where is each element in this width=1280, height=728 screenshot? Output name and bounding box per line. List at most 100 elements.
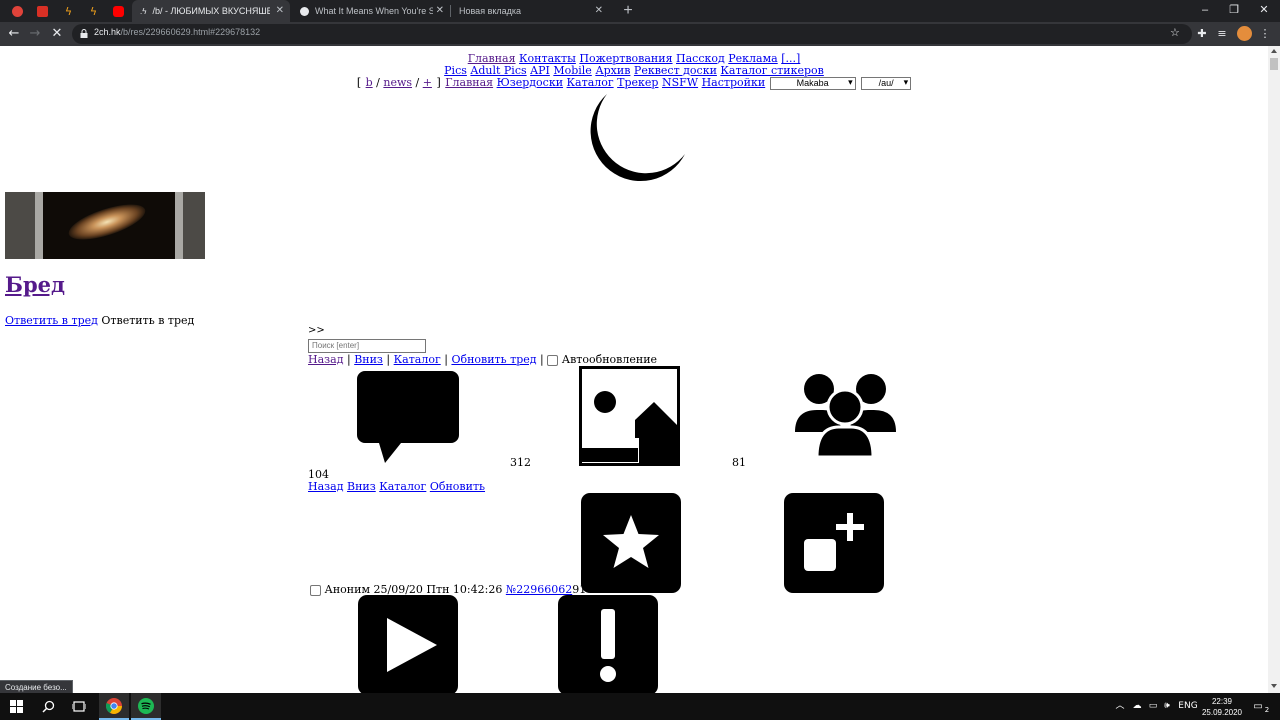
volume-icon[interactable]: 🕪 (1160, 693, 1174, 720)
pinned-tab-2[interactable] (30, 0, 55, 22)
post-select-checkbox[interactable] (310, 584, 321, 596)
stop-loading-icon[interactable]: ✕ (48, 25, 66, 43)
search-icon[interactable] (33, 693, 63, 720)
board-favicon-icon: .ϟ (140, 6, 147, 16)
users-icon (795, 374, 896, 457)
profile-avatar[interactable] (1237, 26, 1252, 41)
search-input[interactable]: Поиск [enter] (308, 339, 426, 353)
image-icon (579, 366, 680, 466)
url-text: 2ch.hk/b/res/229660629.html#229678132 (94, 27, 260, 37)
close-window-button[interactable]: ✕ (1249, 0, 1279, 22)
board-link-b[interactable]: b (366, 76, 373, 89)
style-select[interactable]: Makaba (769, 76, 856, 90)
nav-down-link[interactable]: Вниз (354, 353, 383, 366)
nav-link-nsfw[interactable]: NSFW (662, 76, 698, 89)
menu-dots-icon[interactable]: ⋮ (1258, 27, 1272, 41)
mail-icon (12, 5, 23, 17)
close-tab-icon[interactable]: ✕ (595, 5, 603, 16)
pdf-icon (37, 5, 48, 17)
clock-time: 22:39 (1211, 697, 1233, 706)
extensions-icon[interactable]: ✚ (1195, 27, 1209, 41)
tab-title: Новая вкладка (459, 6, 522, 16)
thread-nav-bottom: Назад Вниз Каталог Обновить (308, 480, 485, 493)
windows-taskbar: ︿ ☁ ▭ 🕪 ENG 22:39 25.09.2020 ▭ 2 (0, 693, 1280, 720)
pinned-tab-4[interactable]: ϟ (81, 0, 106, 22)
speech-bubble-icon (357, 371, 459, 463)
pinned-tab-3[interactable]: ϟ (56, 0, 81, 22)
reading-list-icon[interactable]: ≡ (1215, 27, 1229, 41)
language-indicator[interactable]: ENG (1177, 693, 1199, 720)
windows-start-icon[interactable] (1, 693, 31, 720)
lock-icon (80, 29, 88, 38)
autoupdate-label: Автообновление (561, 353, 658, 366)
nav-catalog-link[interactable]: Каталог (394, 353, 441, 366)
reply-link[interactable]: Ответить в тред (5, 314, 98, 327)
onedrive-cloud-icon[interactable]: ☁ (1130, 693, 1144, 720)
thread-nav-top: Назад | Вниз | Каталог | Обновить тред |… (308, 353, 658, 366)
nav-refresh-link[interactable]: Обновить (430, 480, 485, 493)
youtube-icon (113, 5, 124, 17)
tab-suicidal[interactable]: What It Means When You're Suic ✕ (292, 0, 450, 22)
nav-catalog-link[interactable]: Каталог (379, 480, 426, 493)
spotify-taskbar-icon[interactable] (131, 693, 161, 720)
chrome-taskbar-icon[interactable] (99, 693, 129, 720)
scrollbar-thumb[interactable] (1270, 58, 1278, 70)
board-select[interactable]: /au/ (861, 76, 912, 90)
minimize-button[interactable]: – (1190, 0, 1220, 22)
forward-icon[interactable]: → (26, 25, 44, 43)
play-icon[interactable] (358, 595, 458, 693)
scroll-up-icon[interactable] (1271, 49, 1277, 53)
tab-title: /b/ - ЛЮБИМЫХ ВКУСНЯШЕК Т (152, 6, 271, 16)
board-title[interactable]: Бред (5, 272, 65, 297)
favorite-star-icon[interactable] (581, 493, 681, 593)
add-post-icon[interactable] (784, 493, 884, 593)
medium-favicon-icon (300, 6, 309, 16)
close-tab-icon[interactable]: ✕ (436, 5, 444, 16)
board-link-news[interactable]: news (383, 76, 412, 89)
browser-toolbar: ← → ✕ 2ch.hk/b/res/229660629.html#229678… (0, 22, 1280, 46)
autoupdate-checkbox[interactable] (547, 354, 559, 366)
page-scrollbar[interactable] (1268, 46, 1280, 693)
report-exclamation-icon[interactable] (558, 595, 658, 693)
nav-link-catalog[interactable]: Каталог (567, 76, 614, 89)
close-tab-icon[interactable]: ✕ (276, 5, 284, 16)
nav-back-link[interactable]: Назад (308, 480, 343, 493)
board-link-plus[interactable]: + (423, 76, 432, 89)
nav-link-tracker[interactable]: Трекер (617, 76, 658, 89)
url-host: 2ch.hk (94, 27, 121, 37)
files-count: 312 (510, 456, 531, 469)
pinned-tab-1[interactable] (5, 0, 30, 22)
posters-count: 81 (732, 456, 746, 469)
nav-down-link[interactable]: Вниз (347, 480, 376, 493)
nav-link-home[interactable]: Главная (445, 76, 493, 89)
bolt-icon: ϟ (89, 4, 98, 18)
address-bar[interactable]: 2ch.hk/b/res/229660629.html#229678132 ☆ (72, 24, 1192, 44)
nav-link-userboards[interactable]: Юзердоски (497, 76, 563, 89)
board-banner-image[interactable] (5, 192, 205, 259)
bookmark-star-icon[interactable]: ☆ (1170, 26, 1180, 39)
notification-count: 2 (1264, 706, 1270, 714)
scroll-down-icon[interactable] (1271, 684, 1277, 688)
clock-date: 25.09.2020 (1201, 708, 1243, 717)
browser-tab-strip: ϟ ϟ .ϟ /b/ - ЛЮБИМЫХ ВКУСНЯШЕК Т ✕ What … (0, 0, 1280, 22)
banner-edge (175, 192, 183, 259)
tray-chevron-up-icon[interactable]: ︿ (1114, 693, 1126, 720)
reply-text: Ответить в тред (101, 314, 195, 327)
nav-refresh-link[interactable]: Обновить тред (451, 353, 536, 366)
taskbar-clock[interactable]: 22:39 25.09.2020 (1198, 696, 1246, 718)
restore-button[interactable]: ❐ (1219, 0, 1249, 22)
pinned-tab-5[interactable] (106, 0, 131, 22)
arrow-marker: >> (308, 325, 325, 336)
network-icon[interactable]: ▭ (1146, 693, 1160, 720)
back-icon[interactable]: ← (5, 25, 23, 43)
url-path: /b/res/229660629.html#229678132 (120, 27, 261, 37)
banner-edge (35, 192, 43, 259)
task-view-icon[interactable] (64, 693, 94, 720)
bracket-open: [ (356, 76, 362, 89)
nav-back-link[interactable]: Назад (308, 353, 343, 366)
new-tab-button[interactable]: + (618, 1, 638, 21)
nav-link-settings[interactable]: Настройки (702, 76, 766, 89)
tab-active[interactable]: .ϟ /b/ - ЛЮБИМЫХ ВКУСНЯШЕК Т ✕ (132, 0, 290, 22)
tab-title: What It Means When You're Suic (315, 6, 433, 16)
tab-new[interactable]: Новая вкладка ✕ (451, 0, 609, 22)
